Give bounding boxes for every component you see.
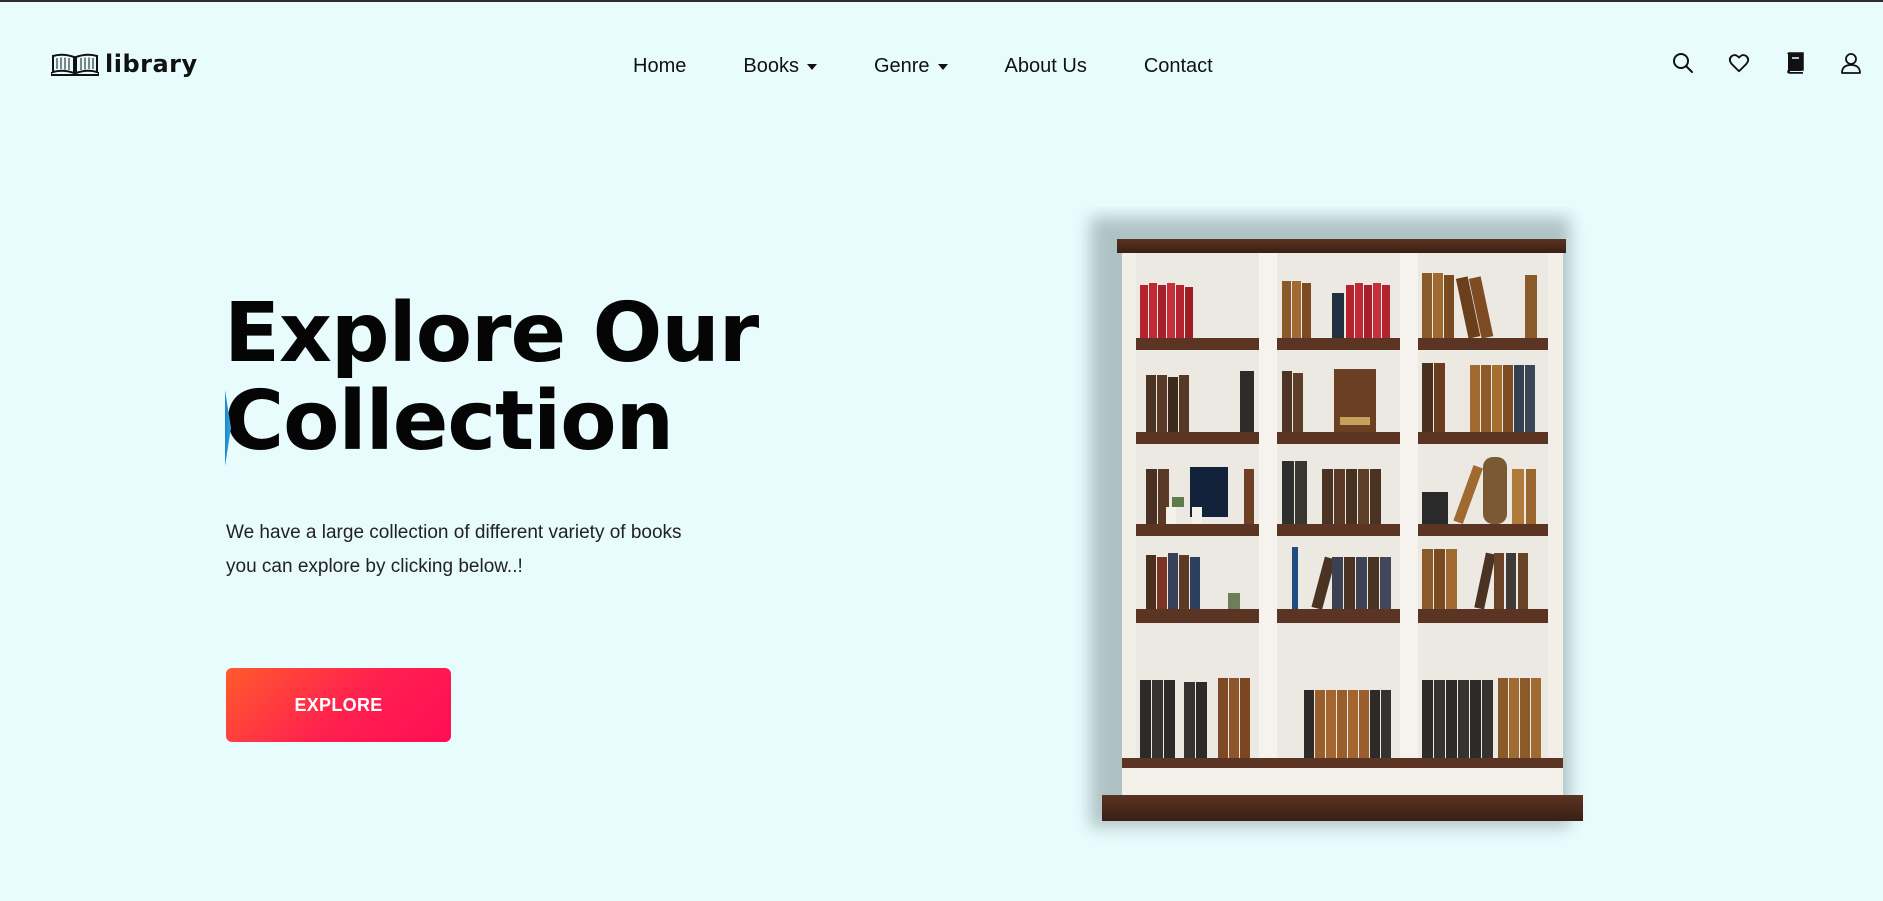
hero-description: We have a large collection of different …	[226, 522, 682, 577]
heart-icon	[1728, 54, 1750, 73]
hero-title-line: Explore Our	[224, 286, 759, 381]
user-icon	[1841, 53, 1861, 74]
nav-item-contact[interactable]: Contact	[1144, 55, 1213, 78]
header-actions	[1671, 51, 1863, 75]
nav-item-books[interactable]: Books	[743, 55, 817, 78]
open-book-icon	[51, 53, 99, 76]
nav-item-home[interactable]: Home	[633, 55, 686, 78]
main-nav: Home Books Genre About Us Contact	[633, 52, 1213, 80]
nav-item-label: Contact	[1143, 54, 1213, 77]
site-header: library Home Books Genre About Us Contac…	[0, 2, 1883, 130]
brand-logo[interactable]: library	[51, 50, 198, 78]
hero-title-line: Collection	[224, 374, 674, 469]
bookshelf-image	[1070, 207, 1600, 842]
nav-item-label: Books	[743, 54, 799, 77]
search-icon	[1673, 53, 1693, 73]
explore-button[interactable]: EXPLORE	[226, 668, 451, 742]
account-button[interactable]	[1839, 51, 1863, 75]
bookshelf-illustration	[1090, 217, 1583, 827]
nav-item-genre[interactable]: Genre	[874, 55, 948, 78]
my-books-button[interactable]	[1783, 51, 1807, 75]
nav-item-label: Genre	[873, 54, 930, 77]
nav-item-label: About Us	[1004, 54, 1087, 77]
nav-item-label: Home	[633, 54, 687, 77]
search-button[interactable]	[1671, 51, 1695, 75]
book-icon	[1787, 52, 1804, 74]
caret-down-icon	[937, 64, 948, 70]
wishlist-button[interactable]	[1727, 51, 1751, 75]
hero-title: Explore Our Collection	[224, 286, 759, 469]
nav-item-about-us[interactable]: About Us	[1005, 55, 1087, 78]
caret-down-icon	[806, 64, 817, 70]
brand-name: library	[105, 50, 198, 78]
